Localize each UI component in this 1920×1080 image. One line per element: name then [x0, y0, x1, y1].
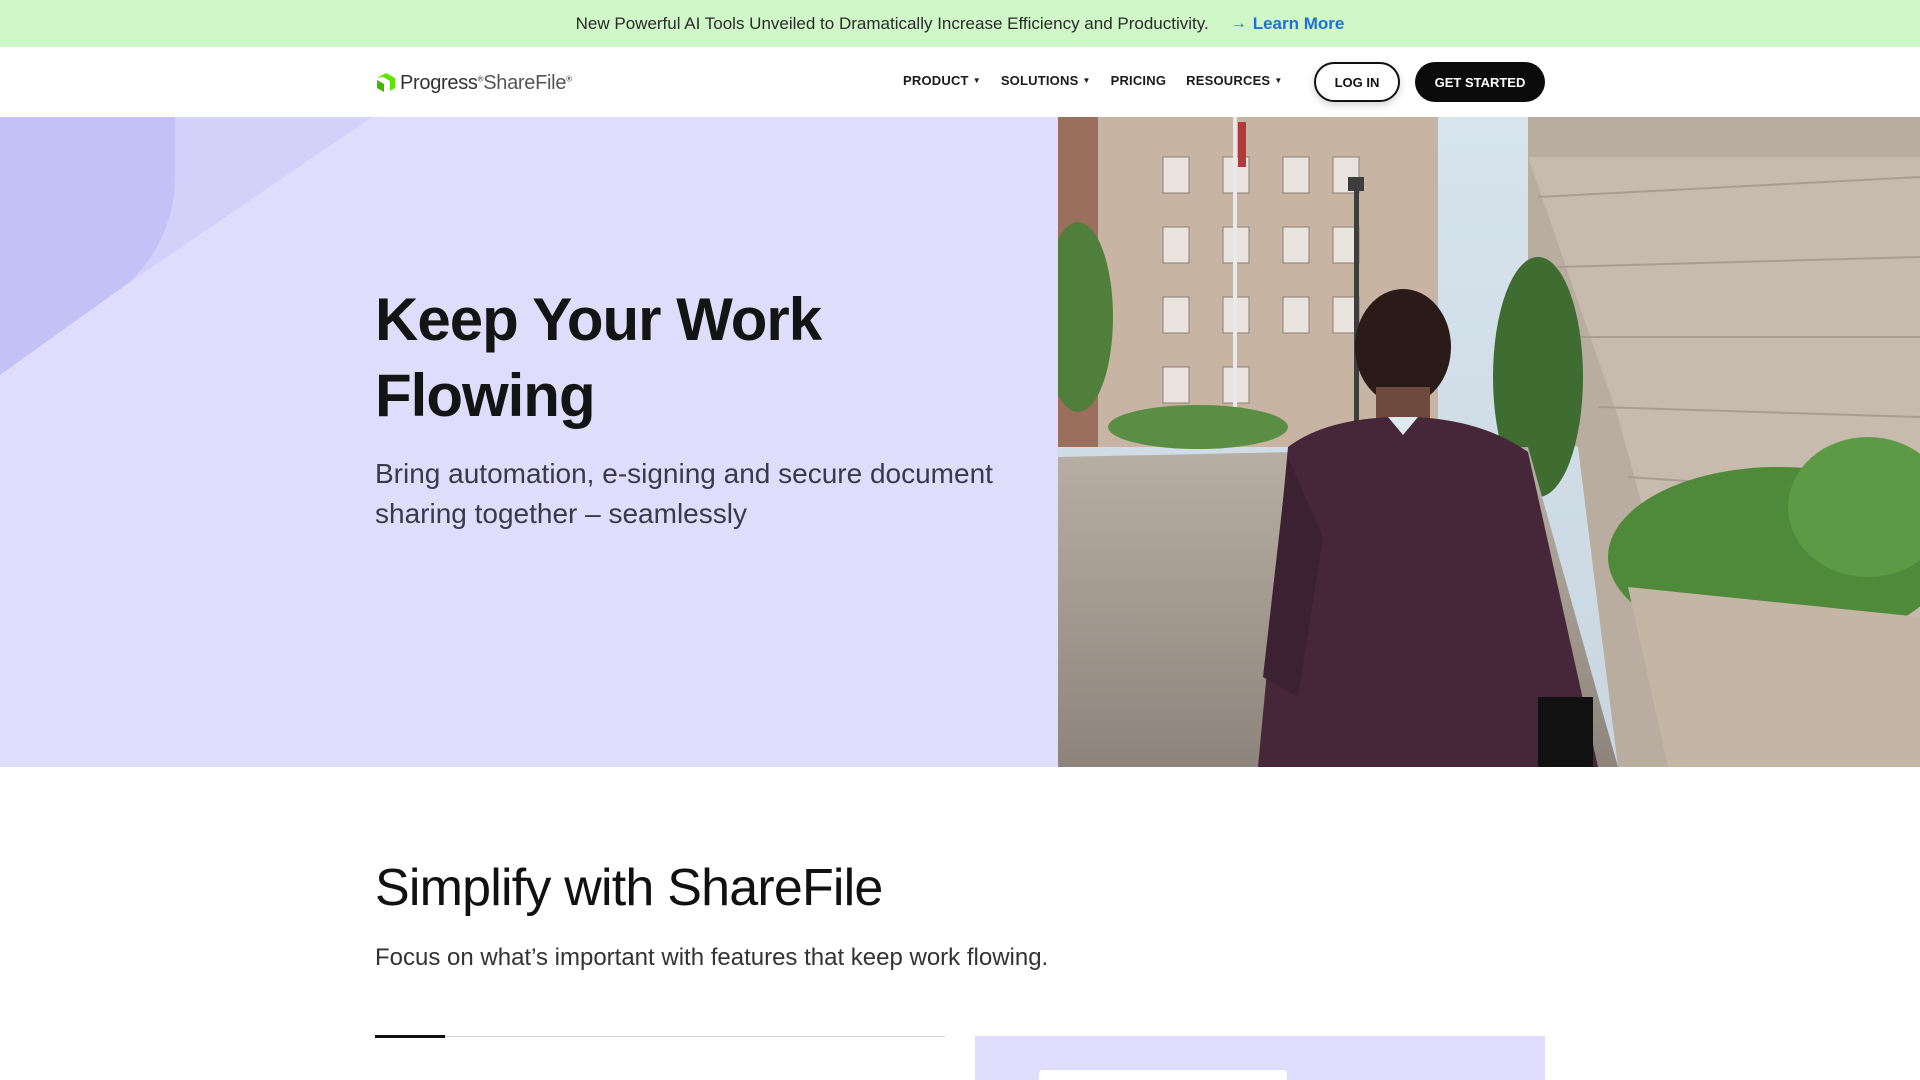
nav-resources[interactable]: RESOURCES ▼ — [1186, 73, 1282, 88]
logo-product: ShareFile — [483, 71, 567, 94]
nav-product[interactable]: PRODUCT ▼ — [903, 73, 981, 88]
caret-down-icon: ▼ — [972, 76, 981, 85]
hero-image — [1058, 117, 1920, 767]
simplify-subtitle: Focus on what’s important with features … — [375, 944, 1049, 971]
announcement-bar: New Powerful AI Tools Unveiled to Dramat… — [0, 0, 1920, 47]
arrow-right-icon: → — [1230, 14, 1247, 32]
nav-resources-label: RESOURCES — [1186, 73, 1271, 88]
site-header: Progress®ShareFile® PRODUCT ▼ SOLUTIONS … — [0, 47, 1920, 117]
feature-preview-card — [1039, 1070, 1287, 1080]
announcement-message: New Powerful AI Tools Unveiled to Dramat… — [575, 13, 1209, 33]
main-nav: PRODUCT ▼ SOLUTIONS ▼ PRICING RESOURCES … — [903, 73, 1302, 88]
learn-more-label: Learn More — [1252, 13, 1345, 33]
feature-tabs-divider — [375, 1036, 945, 1037]
simplify-title: Simplify with ShareFile — [375, 859, 883, 917]
nav-solutions-label: SOLUTIONS — [1000, 73, 1079, 88]
progress-sharefile-logo[interactable]: Progress®ShareFile® — [375, 69, 572, 97]
logo-brand: Progress — [400, 71, 478, 94]
learn-more-link[interactable]: → Learn More — [1231, 14, 1345, 34]
hero-title: Keep Your Work Flowing — [375, 286, 822, 429]
login-button[interactable]: LOG IN — [1314, 62, 1400, 102]
get-started-button[interactable]: GET STARTED — [1415, 62, 1545, 102]
nav-product-label: PRODUCT — [903, 73, 969, 88]
feature-tab-active-indicator[interactable] — [375, 1035, 445, 1038]
caret-down-icon: ▼ — [1274, 76, 1283, 85]
logo-wordmark: Progress®ShareFile® — [400, 71, 572, 94]
caret-down-icon: ▼ — [1082, 76, 1091, 85]
hero-subtitle: Bring automation, e-signing and secure d… — [375, 458, 993, 529]
hero-decorative-shape — [0, 117, 372, 375]
nav-pricing-label: PRICING — [1110, 73, 1167, 88]
nav-pricing[interactable]: PRICING — [1111, 73, 1167, 88]
progress-logo-icon — [377, 73, 395, 92]
nav-solutions[interactable]: SOLUTIONS ▼ — [1001, 73, 1091, 88]
hero-photo-illustration — [1058, 117, 1920, 767]
feature-preview-panel — [975, 1036, 1545, 1080]
hero-section: Keep Your Work Flowing Bring automation,… — [0, 117, 1058, 767]
